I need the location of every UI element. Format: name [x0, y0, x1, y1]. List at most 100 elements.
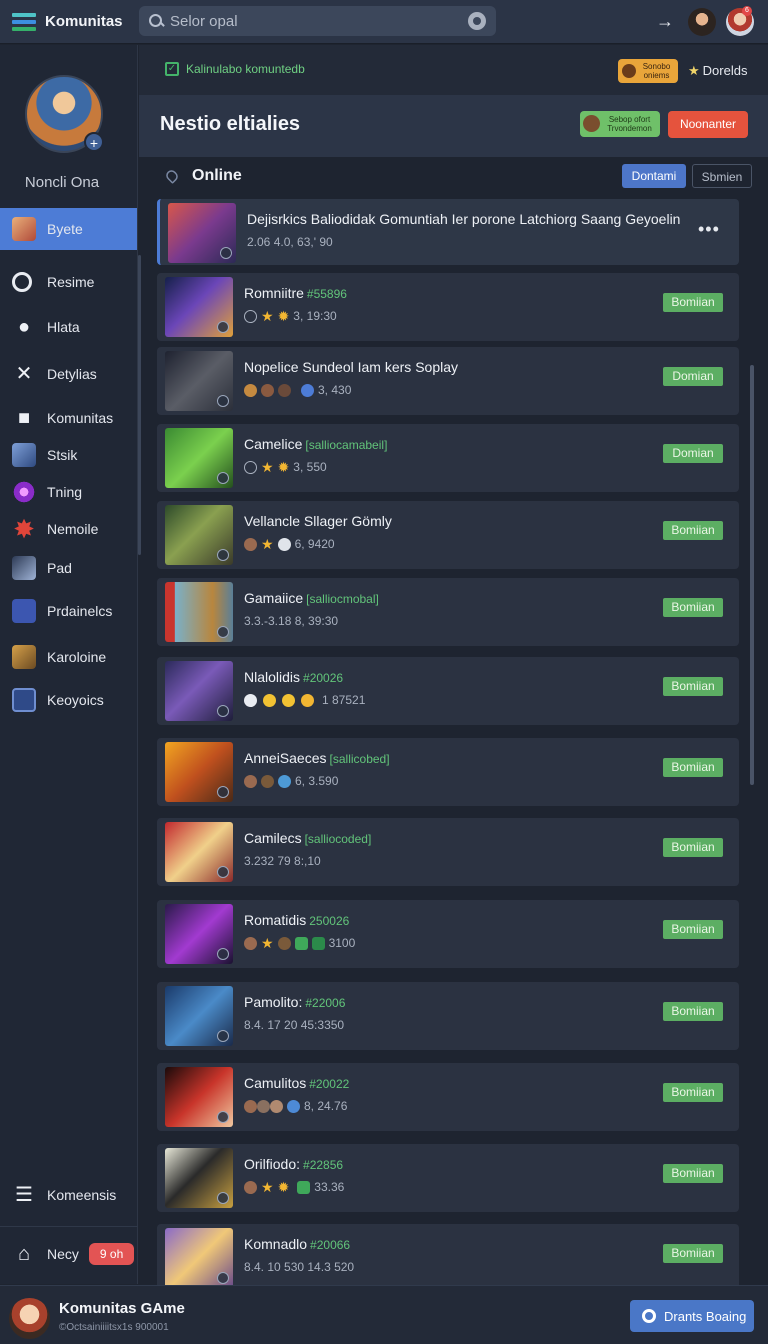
sidebar-item-label: Hlata: [47, 319, 80, 335]
list-icon: ☰: [15, 1184, 33, 1206]
sidebar-item-byete[interactable]: Byete: [0, 208, 137, 250]
list-item[interactable]: Camilecs [salliocoded] 3.232 79 8:,10 Bom…: [157, 818, 739, 886]
primary-action-button[interactable]: Noonanter: [668, 111, 748, 138]
avatar-group-icon: [257, 1099, 270, 1113]
add-profile-icon[interactable]: +: [84, 132, 104, 152]
crossed-swords-icon: ✕: [15, 363, 33, 385]
settings-icon[interactable]: [468, 12, 486, 30]
join-button[interactable]: Bomiian: [663, 838, 723, 857]
avatar-group-icon: [244, 1099, 257, 1113]
list-item[interactable]: AnneiSaeces [sallicobed] 6, 3.590 Bomiian: [157, 738, 739, 806]
notification-badge[interactable]: 6: [742, 6, 752, 16]
join-button[interactable]: Bomiian: [663, 758, 723, 777]
join-button[interactable]: Bomiian: [663, 1002, 723, 1021]
star-icon: ★: [261, 307, 274, 324]
arrow-right-icon[interactable]: →: [656, 11, 674, 32]
brand[interactable]: Komunitas: [0, 12, 138, 31]
list-item[interactable]: Gamaiice [salliocmobal] 3.3.-3.18 8, 39:3…: [157, 578, 739, 646]
avatar-group-icon: [278, 383, 291, 397]
sidebar-item-nemoile[interactable]: ✸ Nemoile: [0, 508, 137, 550]
sidebar-item-detylias[interactable]: ✕ Detylias: [0, 353, 137, 395]
sidebar-item-necy[interactable]: ⌂ Necy 9 oh: [0, 1233, 137, 1275]
treasure-icon: [12, 645, 36, 669]
sidebar-item-komeensis[interactable]: ☰ Komeensis: [0, 1174, 137, 1216]
red-star-icon: ✸: [13, 514, 35, 544]
sidebar-item-keoyoics[interactable]: Keoyoics: [0, 679, 137, 721]
join-button[interactable]: Bomiian: [663, 1244, 723, 1263]
join-button[interactable]: Bomiian: [663, 521, 723, 540]
tab-dontami[interactable]: Dontami: [622, 164, 686, 188]
list-item[interactable]: Romatidis 250026 ★ 3100 Bomiian: [157, 900, 739, 968]
sidebar-item-hlata[interactable]: ● Hlata: [0, 306, 137, 348]
status-badge[interactable]: Sonobo oniems: [618, 59, 678, 83]
sidebar-badge: 9 oh: [88, 1243, 135, 1265]
row-meta: 3.3.-3.18 8, 39:30: [244, 614, 339, 628]
thumbnail-badge-icon: [217, 1111, 229, 1123]
thumbnail-badge-icon: [217, 472, 229, 484]
tab-sbmien[interactable]: Sbmien: [692, 164, 752, 188]
bottom-avatar[interactable]: [9, 1298, 50, 1339]
row-title: Dejisrkics Baliodidak Gomuntiah Ier poro…: [247, 211, 681, 227]
list-item[interactable]: Nopelice Sundeol Iam kers Soplay 3, 430 …: [157, 347, 739, 415]
sidebar-item-komunitas[interactable]: ■ Komunitas: [0, 397, 137, 439]
search-icon: [149, 13, 164, 29]
list-item[interactable]: Romniitre #55896 ★ ✹ 3, 19:30 Bomiian: [157, 273, 739, 341]
heart-icon[interactable]: [164, 168, 180, 184]
list-item[interactable]: Pamolito: #22006 8.4. 17 20 45:3350 Bomii…: [157, 982, 739, 1050]
home-icon: ⌂: [17, 1243, 31, 1265]
star-icon: ★: [261, 535, 274, 552]
row-title-text: Camulitos: [244, 1075, 307, 1091]
join-button[interactable]: Bomiian: [663, 920, 723, 939]
row-title-text: Romatidis: [244, 912, 307, 928]
sidebar-item-pad[interactable]: Pad: [0, 547, 137, 589]
top-bar: Komunitas → 6: [0, 0, 768, 44]
row-title: Camelice [salliocamabeil]: [244, 436, 387, 452]
more-options-icon[interactable]: •••: [698, 219, 720, 240]
sidebar-item-label: Nemoile: [47, 521, 99, 537]
list-item[interactable]: Nlalolidis #20026 1 87521 Bomiian: [157, 657, 739, 725]
row-meta: ★ 3100: [244, 936, 355, 950]
avatar-group-icon: [244, 537, 257, 551]
sidebar-item-stsik[interactable]: Stsik: [0, 434, 137, 476]
game-thumbnail: [165, 505, 233, 565]
status-bar: ✓ Kalinulabo komuntedb Sonobo oniems ★ Do…: [139, 45, 768, 95]
checkbox-icon[interactable]: ✓: [165, 62, 179, 76]
thumbnail-badge-icon: [217, 948, 229, 960]
row-title: Pamolito: #22006: [244, 994, 345, 1010]
join-button[interactable]: Domian: [663, 367, 723, 386]
book-icon: [12, 599, 36, 623]
list-item[interactable]: Camelice [salliocamabeil] ★ ✹ 3, 550 Domian: [157, 424, 739, 492]
sidebar-item-tning[interactable]: Tning: [0, 471, 137, 513]
game-thumbnail: [165, 661, 233, 721]
bottom-action-button[interactable]: Drants Boaing: [630, 1300, 754, 1332]
list-scrollbar[interactable]: [750, 365, 754, 785]
avatar-group-icon: [261, 383, 274, 397]
sidebar-item-karoloine[interactable]: Karoloine: [0, 636, 137, 678]
menu-icon[interactable]: [12, 12, 36, 31]
thumbnail-badge-icon: [217, 786, 229, 798]
game-list: Dejisrkics Baliodidak Gomuntiah Ier poro…: [157, 199, 739, 1292]
star-filter[interactable]: ★ Dorelds: [688, 63, 747, 79]
thumbnail-badge-icon: [217, 1272, 229, 1284]
row-meta: 6, 3.590: [244, 774, 338, 788]
join-button[interactable]: Domian: [663, 444, 723, 463]
join-button[interactable]: Bomiian: [663, 1083, 723, 1102]
list-item[interactable]: Komnadlo #20066 8.4. 10 530 14.3 520 Bomi…: [157, 1224, 739, 1292]
search-box[interactable]: [139, 6, 496, 36]
join-button[interactable]: Bomiian: [663, 293, 723, 312]
avatar-group-icon: [244, 774, 257, 788]
join-button[interactable]: Bomiian: [663, 1164, 723, 1183]
search-input[interactable]: [170, 12, 468, 30]
screen-icon: [12, 688, 36, 712]
user-avatar[interactable]: [688, 8, 716, 36]
list-item[interactable]: Dejisrkics Baliodidak Gomuntiah Ier poro…: [157, 199, 739, 265]
join-button[interactable]: Bomiian: [663, 598, 723, 617]
row-meta: 3.232 79 8:,10: [244, 854, 321, 868]
promo-badge[interactable]: Sebop ofort Trvondemon: [580, 111, 660, 137]
sidebar-item-prdainelcs[interactable]: Prdainelcs: [0, 590, 137, 632]
sidebar-item-resime[interactable]: Resime: [0, 261, 137, 303]
list-item[interactable]: Orilfiodo: #22856 ★ ✹ 33.36 Bomiian: [157, 1144, 739, 1212]
list-item[interactable]: Vellancle Sllager Gömly ★ 6, 9420 Bomiian: [157, 501, 739, 569]
list-item[interactable]: Camulitos #20022 8, 24.76 Bomiian: [157, 1063, 739, 1131]
join-button[interactable]: Bomiian: [663, 677, 723, 696]
